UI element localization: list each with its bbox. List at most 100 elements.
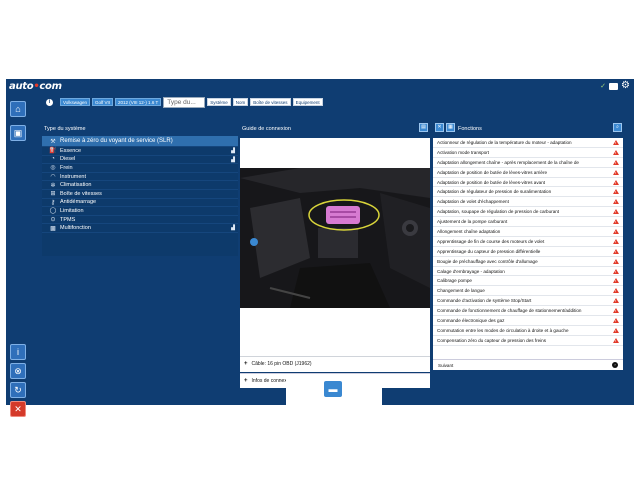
close-button[interactable]: ✕ [10,401,26,417]
warning-icon [613,219,619,225]
tools-button[interactable]: ✕ [435,123,444,132]
system-item-label: Instrument [60,173,86,180]
warning-icon [613,159,619,165]
folder-icon[interactable] [609,82,619,90]
function-item[interactable]: Adaptation de régulateur de pression de … [433,187,623,198]
fan-icon: ✲ [50,182,56,189]
home-button[interactable]: ⌂ [10,101,26,117]
function-item[interactable]: Apprentissage de fin de course des moteu… [433,237,623,247]
function-item[interactable]: Adaptation de position de butée de lèves… [433,178,623,188]
function-item[interactable]: Ajustement de la pompe carburant [433,217,623,228]
print-button[interactable]: ▤ [419,123,428,132]
system-item-label: Diesel [60,156,76,163]
start-diagnostic-button[interactable]: ▬ [324,381,342,397]
filter-button[interactable]: ▦ [446,123,455,132]
multifunction-icon: ▩ [50,225,56,232]
system-item[interactable]: ⛽ Essence ▟ [42,147,238,156]
car-icon: ▣ [13,127,23,138]
functions-list: Actionneur de régulation de la températu… [433,138,623,346]
home-icon: ⌂ [15,104,21,114]
function-item[interactable]: Calage d'embrayage - adaptation [433,267,623,277]
info-button[interactable]: i [10,344,26,360]
warning-icon [613,248,619,254]
filter-equipment[interactable]: Equipement [292,98,323,106]
settings-button[interactable]: ⊗ [10,363,26,379]
function-item[interactable]: Adaptation, soupape de régulation de pre… [433,207,623,218]
system-item[interactable]: ⚒ Remise à zéro du voyant de service (SLR… [42,136,238,147]
fuel-icon: ⛽ [49,148,57,155]
function-item[interactable]: Activation mode transport [433,148,623,158]
warning-icon [613,337,619,343]
system-item[interactable]: ⚷ Antidémarrage [42,199,238,208]
function-item[interactable]: Actionneur de régulation de la températu… [433,138,623,148]
function-item[interactable]: Changement de langue [433,286,623,297]
vehicle-button[interactable]: ▣ [10,125,26,141]
filter-system[interactable]: Système [207,98,231,106]
functions-title: Fonctions [458,126,482,132]
vehicle-engine-chip[interactable]: 2012 (VIII 12-) 1.6 T [115,98,162,106]
system-item[interactable]: ◔ Diesel ▟ [42,156,238,165]
function-item[interactable]: Apprentissage du capteur de pression dif… [433,247,623,257]
function-item[interactable]: Bougie de préchauffage avec contrôle d'a… [433,257,623,267]
refresh-button[interactable]: ↻ [10,382,26,398]
function-item-label: Actionneur de régulation de la températu… [437,139,572,145]
next-row[interactable]: Suivant › [433,359,623,370]
tools-icon: ⊗ [14,365,22,376]
car-icon: ▬ [328,384,338,394]
function-item[interactable]: Adaptation allongement chaîne - après re… [433,158,623,168]
cable-label: Câble: 16 pin OBD (J1962) [251,361,312,367]
app-logo: auto•com [9,81,62,92]
system-item-label: Limitation [60,207,84,214]
function-item-label: Adaptation de régulateur de pression de … [437,189,552,195]
obd-connector-photo [240,168,430,308]
vehicle-model-chip[interactable]: Golf VII [92,98,114,106]
warning-icon [613,238,619,244]
function-item[interactable]: Calibrage pompe [433,276,623,287]
filter-gearbox[interactable]: Boîte de vitesses [250,98,291,106]
top-icons: ✓ ⚙ [600,81,630,91]
speed-limit-icon: ◯ [49,208,57,215]
next-label: Suivant [438,362,454,368]
function-item-label: Compensation zéro du capteur de pression… [437,337,547,343]
warning-icon [613,139,619,145]
bottom-action-area: ▬ [286,376,382,405]
function-item[interactable]: Commande électronique des gaz [433,316,623,326]
warning-icon [613,278,619,284]
warning-icon [613,199,619,205]
app-window: auto•com ✓ ⚙ i Volkswagen Golf VII 2012 … [6,79,634,417]
function-item-label: Activation mode transport [437,149,490,155]
warning-icon [613,288,619,294]
system-item[interactable]: ✲ Climatisation [42,181,238,190]
search-button[interactable]: ⌕ [613,123,622,132]
system-item[interactable]: ◎ Frein [42,164,238,173]
vehicle-make-chip[interactable]: Volkswagen [60,98,91,106]
system-item[interactable]: ◯ Limitation [42,207,238,216]
function-item[interactable]: Adaptation de position de butée de lèves… [433,168,623,178]
function-item[interactable]: Commutation entre les modes de circulati… [433,326,623,336]
function-item[interactable]: Allongement chaîne adaptation [433,227,623,237]
gear-icon[interactable]: ⚙ [621,81,630,91]
left-sidebar: ⌂ ▣ i ⊗ ↻ ✕ [8,99,30,417]
system-item[interactable]: ◠ Instrument [42,173,238,182]
filter-name[interactable]: Nom [232,98,249,106]
function-item[interactable]: Commande d'activation de système Stop/St… [433,296,623,307]
function-item-label: Adaptation de position de butée de lèves… [437,179,546,185]
warning-icon [613,258,619,264]
warning-icon [613,228,619,234]
function-item[interactable]: Adaptation de volet d'échappement [433,197,623,208]
function-item[interactable]: Compensation zéro du capteur de pression… [433,336,623,346]
tire-icon: ⊙ [50,217,56,224]
system-item[interactable]: ▩ Multifonction ▟ [42,224,238,233]
warning-icon [613,189,619,195]
top-bar: auto•com ✓ ⚙ [6,79,634,93]
submenu-icon: ▟ [231,148,235,154]
type-search-input[interactable]: Type du... [163,96,206,108]
function-item-label: Adaptation, soupape de régulation de pre… [437,209,560,215]
info-icon[interactable]: i [46,98,53,106]
system-item[interactable]: ⊙ TPMS [42,216,238,225]
system-item[interactable]: ⊞ Boîte de vitesses [42,190,238,199]
function-item-label: Commande d'activation de système Stop/St… [437,298,532,304]
warning-icon [613,179,619,185]
cable-row[interactable]: + Câble: 16 pin OBD (J1962) [240,356,430,371]
function-item[interactable]: Commande de fonctionnement de chauffage … [433,306,623,317]
